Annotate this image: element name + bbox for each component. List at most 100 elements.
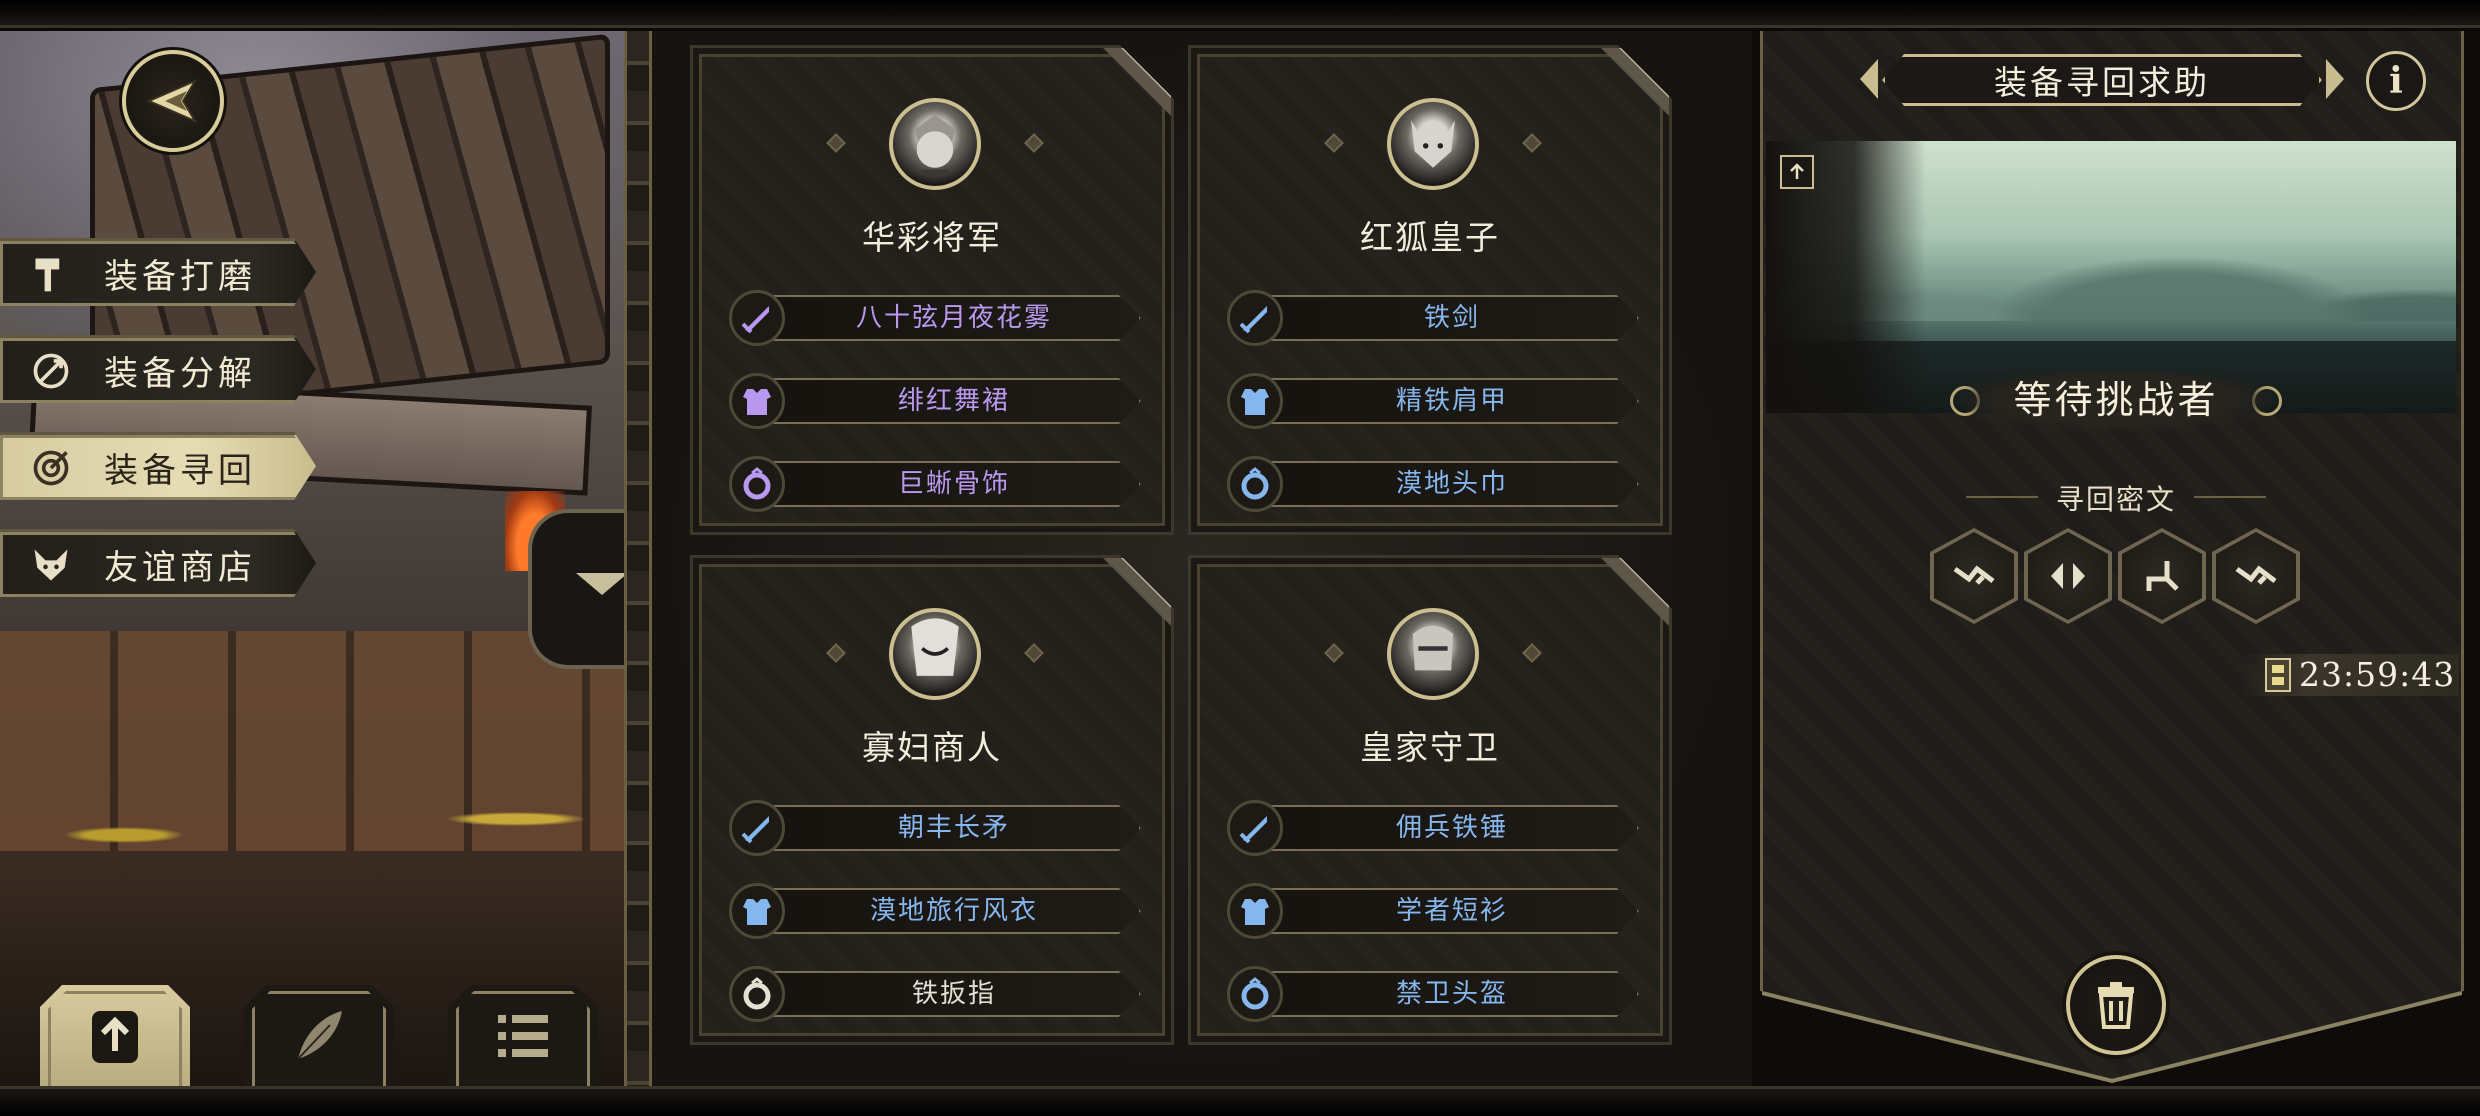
equipment-row[interactable]: 漠地旅行风衣 xyxy=(729,883,1143,939)
tab-upload[interactable] xyxy=(40,985,190,1087)
side-menu: 装备打磨 装备分解 装备寻回 友谊商店 xyxy=(0,238,320,626)
equipment-name: 铁扳指 xyxy=(911,979,996,1009)
menu-item-retrieve[interactable]: 装备寻回 xyxy=(0,432,316,500)
equipment-name: 铁剑 xyxy=(1423,303,1480,333)
hero-name: 皇家守卫 xyxy=(1360,728,1500,767)
armor-icon xyxy=(1227,883,1283,939)
armor-icon xyxy=(729,883,785,939)
hero-name: 华彩将军 xyxy=(862,218,1002,257)
hero-name: 寡妇商人 xyxy=(862,728,1002,767)
equipment-row[interactable]: 佣兵铁锤 xyxy=(1227,800,1641,856)
back-arrow-icon xyxy=(146,78,198,124)
hero-request-card[interactable]: 华彩将军 八十弦月夜花雾 绯红舞裙 巨蜥骨饰 xyxy=(690,45,1174,535)
ornamental-divider xyxy=(624,31,652,1086)
challenge-status: 等待挑战者 xyxy=(1960,369,2272,431)
equipment-name: 精铁肩甲 xyxy=(1395,386,1508,416)
equipment-name: 佣兵铁锤 xyxy=(1395,813,1508,843)
menu-item-friend-shop[interactable]: 友谊商店 xyxy=(0,529,316,597)
equipment-name: 学者短衫 xyxy=(1395,896,1508,926)
info-icon: i xyxy=(2389,60,2403,102)
trash-icon xyxy=(2098,982,2134,1029)
ring-icon xyxy=(1227,456,1283,512)
countdown-timer: 23:59:43 xyxy=(2243,654,2459,696)
diamond-ornament-icon xyxy=(826,643,846,663)
ring-icon xyxy=(729,456,785,512)
list-icon xyxy=(498,1015,548,1057)
ring-icon xyxy=(1227,966,1283,1022)
rune-2-icon xyxy=(2051,563,2085,589)
hero-portrait xyxy=(889,608,981,700)
menu-item-label: 友谊商店 xyxy=(104,548,256,588)
request-list: 华彩将军 八十弦月夜花雾 绯红舞裙 巨蜥骨饰 红狐皇子 铁剑 精铁肩甲 漠地头巾… xyxy=(652,31,1752,1086)
menu-item-label: 装备分解 xyxy=(104,354,256,394)
diamond-ornament-icon xyxy=(1024,643,1044,663)
bottom-frame-bar xyxy=(0,1086,2480,1116)
menu-item-label: 装备打磨 xyxy=(104,257,256,297)
equipment-name: 绯红舞裙 xyxy=(897,386,1010,416)
timer-value: 23:59:43 xyxy=(2299,655,2456,694)
feather-icon xyxy=(297,1011,342,1060)
bottom-tab-bar xyxy=(40,985,600,1087)
menu-item-polish[interactable]: 装备打磨 xyxy=(0,238,316,306)
diamond-ornament-icon xyxy=(826,133,846,153)
target-icon xyxy=(28,445,74,491)
equipment-row[interactable]: 八十弦月夜花雾 xyxy=(729,290,1143,346)
tab-feather[interactable] xyxy=(244,985,394,1087)
diamond-ornament-icon xyxy=(1522,643,1542,663)
retrieve-help-panel: 装备寻回求助 i xyxy=(1752,31,2480,1086)
equipment-row[interactable]: 朝丰长矛 xyxy=(729,800,1143,856)
equipment-name: 巨蜥骨饰 xyxy=(897,469,1010,499)
equipment-row[interactable]: 精铁肩甲 xyxy=(1227,373,1641,429)
diamond-ornament-icon xyxy=(1324,133,1344,153)
cipher-title: 寻回密文 xyxy=(2055,483,2176,516)
back-button[interactable] xyxy=(122,50,224,152)
page-curl-corner xyxy=(1599,558,1669,628)
rune-3-icon xyxy=(2146,561,2179,591)
equipment-row[interactable]: 漠地头巾 xyxy=(1227,456,1641,512)
page-curl-corner xyxy=(1101,558,1171,628)
menu-item-label: 装备寻回 xyxy=(104,451,256,491)
equipment-row[interactable]: 铁剑 xyxy=(1227,290,1641,346)
hero-request-card[interactable]: 红狐皇子 铁剑 精铁肩甲 漠地头巾 xyxy=(1188,45,1672,535)
equipment-name: 漠地旅行风衣 xyxy=(869,896,1038,926)
next-arrow-icon xyxy=(2326,59,2344,99)
hero-portrait xyxy=(1387,98,1479,190)
equipment-row[interactable]: 铁扳指 xyxy=(729,966,1143,1022)
equipment-name: 八十弦月夜花雾 xyxy=(855,303,1052,333)
plants-art xyxy=(40,771,600,851)
hero-portrait xyxy=(889,98,981,190)
hero-request-card[interactable]: 寡妇商人 朝丰长矛 漠地旅行风衣 铁扳指 xyxy=(690,555,1174,1045)
prev-arrow-icon xyxy=(1860,59,1878,99)
sword-icon xyxy=(729,800,785,856)
hammer-icon xyxy=(28,251,74,297)
equipment-name: 禁卫头盔 xyxy=(1395,979,1508,1009)
armor-icon xyxy=(729,373,785,429)
hourglass-icon xyxy=(2265,658,2291,692)
fox-icon xyxy=(28,542,74,588)
sword-icon xyxy=(1227,800,1283,856)
sword-icon xyxy=(1227,290,1283,346)
hero-request-card[interactable]: 皇家守卫 佣兵铁锤 学者短衫 禁卫头盔 xyxy=(1188,555,1672,1045)
rune-1-icon xyxy=(1953,565,1995,585)
diamond-ornament-icon xyxy=(1024,133,1044,153)
info-button[interactable]: i xyxy=(2366,51,2426,111)
hero-portrait xyxy=(1387,608,1479,700)
upload-badge-icon xyxy=(1780,155,1814,189)
hero-name: 红狐皇子 xyxy=(1360,218,1500,257)
equipment-row[interactable]: 禁卫头盔 xyxy=(1227,966,1641,1022)
equipment-row[interactable]: 巨蜥骨饰 xyxy=(729,456,1143,512)
rune-1-icon xyxy=(2235,565,2277,585)
equipment-row[interactable]: 绯红舞裙 xyxy=(729,373,1143,429)
delete-button[interactable] xyxy=(2066,955,2166,1055)
equipment-name: 漠地头巾 xyxy=(1395,469,1508,499)
upload-file-icon xyxy=(92,1011,138,1063)
diamond-ornament-icon xyxy=(1522,133,1542,153)
menu-item-dismantle[interactable]: 装备分解 xyxy=(0,335,316,403)
armor-icon xyxy=(1227,373,1283,429)
anvil-sign-art xyxy=(528,509,630,669)
tab-list[interactable] xyxy=(448,985,598,1087)
dismantle-icon xyxy=(28,348,74,394)
equipment-row[interactable]: 学者短衫 xyxy=(1227,883,1641,939)
panel-title-plate: 装备寻回求助 xyxy=(1882,54,2322,106)
panel-title: 装备寻回求助 xyxy=(1994,63,2210,102)
